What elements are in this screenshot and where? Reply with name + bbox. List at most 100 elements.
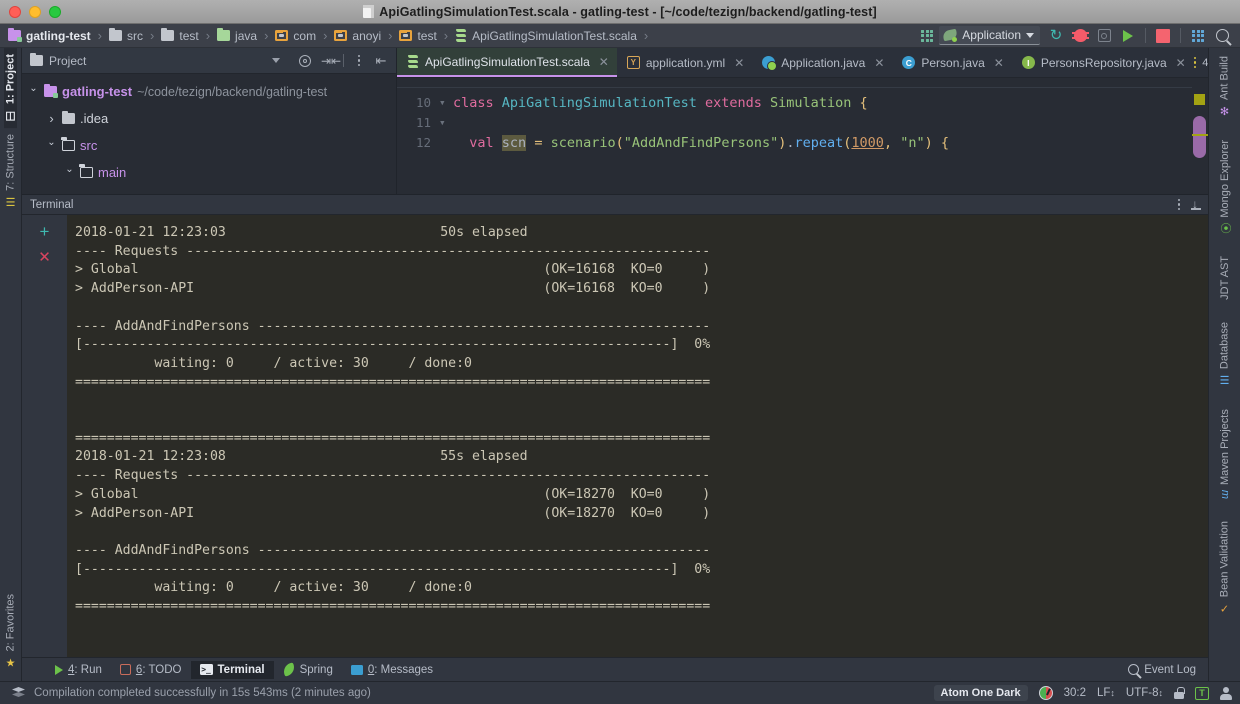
- run-configuration-selector[interactable]: Application: [939, 26, 1040, 45]
- stop-icon[interactable]: [1151, 25, 1175, 47]
- close-icon[interactable]: ✕: [599, 55, 609, 69]
- chevron-down-icon[interactable]: [272, 58, 280, 63]
- navigation-bar: gatling-test › src › test › java › com ›…: [0, 24, 1240, 48]
- sidebar-item-jdt-ast[interactable]: JDT AST: [1219, 254, 1231, 302]
- tree-node-src[interactable]: src: [22, 132, 396, 159]
- chevron-down-icon[interactable]: [46, 140, 57, 151]
- sidebar-item-maven-projects[interactable]: m Maven Projects: [1219, 407, 1231, 501]
- chevron-right-icon[interactable]: [46, 111, 57, 126]
- caret-position[interactable]: 30:2: [1064, 687, 1086, 699]
- run-icon[interactable]: [1116, 25, 1140, 47]
- terminal-header-actions: [1177, 197, 1203, 211]
- close-session-icon[interactable]: ✕: [38, 250, 51, 265]
- sidebar-item-label: Database: [1218, 321, 1231, 369]
- terminal-session-gutter: + ✕: [22, 215, 67, 657]
- breadcrumb-separator-icon: ›: [643, 28, 649, 43]
- close-icon[interactable]: ✕: [994, 56, 1004, 70]
- sidebar-item-bean-validation[interactable]: ✓ Bean Validation: [1218, 519, 1231, 617]
- profile-icon[interactable]: [1092, 25, 1116, 47]
- breadcrumb-item-anoyi[interactable]: anoyi: [332, 25, 383, 47]
- new-session-icon[interactable]: +: [40, 223, 50, 240]
- breadcrumb-item-com[interactable]: com: [273, 25, 318, 47]
- yaml-file-icon: Y: [626, 56, 640, 69]
- lock-icon[interactable]: [1174, 687, 1185, 699]
- project-panel-toolbar: ⇥⇤ ⇤: [294, 50, 392, 72]
- options-kebab-icon[interactable]: [1177, 198, 1180, 211]
- encoding-indicator[interactable]: UTF-8↕: [1126, 687, 1163, 699]
- bottom-tab-label: Terminal: [217, 663, 265, 676]
- code-content[interactable]: class ApiGatlingSimulationTest extends S…: [453, 78, 1192, 194]
- tab-label: Person.java: [921, 55, 985, 70]
- close-icon[interactable]: ✕: [734, 56, 744, 70]
- bottom-tab-todo[interactable]: 6: TODO: [111, 661, 191, 679]
- search-icon[interactable]: [1210, 25, 1234, 47]
- sidebar-item-favorites[interactable]: ★ 2: Favorites: [4, 588, 17, 675]
- breadcrumb: gatling-test › src › test › java › com ›…: [6, 25, 915, 47]
- close-icon[interactable]: ✕: [1176, 56, 1186, 70]
- hide-panel-icon[interactable]: ⇤: [370, 50, 392, 72]
- theme-indicator[interactable]: Atom One Dark: [933, 685, 1028, 701]
- sidebar-item-project[interactable]: ◫ 1: Project: [4, 48, 17, 129]
- terminal-icon: >_: [199, 664, 213, 675]
- sidebar-item-database[interactable]: ☰ Database: [1218, 320, 1231, 389]
- tab-PersonsRepository-java[interactable]: I PersonsRepository.java ✕: [1012, 48, 1194, 77]
- gauge-icon[interactable]: [1038, 686, 1053, 700]
- sidebar-item-structure[interactable]: ☰ 7: Structure: [4, 128, 17, 215]
- editor-tab-bar: ApiGatlingSimulationTest.scala ✕ Y appli…: [397, 48, 1208, 78]
- chevron-down-icon[interactable]: [28, 86, 39, 97]
- breadcrumb-item-src[interactable]: src: [107, 25, 145, 47]
- module-icon: [44, 83, 58, 98]
- zoom-window-button[interactable]: [49, 5, 61, 18]
- breadcrumb-item-gatling-test[interactable]: gatling-test: [6, 25, 93, 47]
- debug-icon[interactable]: [1068, 25, 1092, 47]
- bottom-tab-terminal[interactable]: >_ Terminal: [190, 660, 274, 679]
- scrollbar-thumb[interactable]: [1193, 116, 1206, 158]
- close-window-button[interactable]: [9, 5, 21, 18]
- folder-icon: [109, 27, 123, 41]
- tree-node-main[interactable]: main: [22, 159, 396, 186]
- code-editor[interactable]: 10 11 12 ▾ ▾ class ApiGatlingSimulationT…: [397, 78, 1208, 194]
- tree-node-gatling-test[interactable]: gatling-test ~/code/tezign/backend/gatli…: [22, 78, 396, 105]
- minimize-window-button[interactable]: [29, 5, 41, 18]
- sidebar-item-mongo-explorer[interactable]: ⦿ Mongo Explorer: [1217, 138, 1233, 236]
- tab-Application-java[interactable]: Application.java ✕: [752, 48, 892, 77]
- folder-icon: [62, 110, 75, 124]
- breadcrumb-item-test[interactable]: test: [159, 25, 200, 47]
- sidebar-item-ant-build[interactable]: ✻ Ant Build: [1218, 54, 1231, 120]
- tab-Person-java[interactable]: C Person.java ✕: [892, 48, 1011, 77]
- warning-marker[interactable]: [1194, 94, 1205, 105]
- close-icon[interactable]: ✕: [874, 56, 884, 70]
- scroll-to-end-icon[interactable]: [1190, 197, 1202, 211]
- twitter-badge-icon[interactable]: T: [1195, 686, 1209, 700]
- tab-application-yml[interactable]: Y application.yml ✕: [617, 48, 752, 77]
- tree-node-path: ~/code/tezign/backend/gatling-test: [137, 84, 328, 99]
- grid-apps-icon[interactable]: [915, 25, 939, 47]
- options-kebab-icon[interactable]: [1193, 56, 1197, 69]
- user-icon[interactable]: [1220, 686, 1232, 700]
- event-log-button[interactable]: Event Log: [1128, 664, 1208, 676]
- bottom-tab-run[interactable]: 4: Run: [46, 661, 111, 679]
- modified-line-marker: [1192, 134, 1208, 136]
- breadcrumb-item-file[interactable]: ApiGatlingSimulationTest.scala: [453, 25, 639, 47]
- layout-icon[interactable]: [1186, 25, 1210, 47]
- breadcrumb-item-test-pkg[interactable]: test: [397, 25, 438, 47]
- breadcrumb-item-java[interactable]: java: [215, 25, 259, 47]
- interface-icon: I: [1021, 56, 1035, 69]
- reload-icon[interactable]: ↻: [1044, 25, 1068, 47]
- bottom-tab-spring[interactable]: Spring: [274, 661, 342, 679]
- code-folding-gutter[interactable]: ▾ ▾: [439, 78, 453, 194]
- tab-label: application.yml: [645, 55, 726, 70]
- tree-node-idea[interactable]: .idea: [22, 105, 396, 132]
- run-icon: [55, 664, 63, 675]
- collapse-all-icon[interactable]: ⇥⇤: [316, 50, 341, 72]
- locate-icon[interactable]: [294, 50, 316, 72]
- window-controls[interactable]: [0, 5, 61, 18]
- tab-ApiGatlingSimulationTest-scala[interactable]: ApiGatlingSimulationTest.scala ✕: [397, 48, 617, 77]
- options-kebab-icon[interactable]: [348, 50, 370, 72]
- editor-scrollbar[interactable]: [1192, 78, 1208, 194]
- bottom-tab-messages[interactable]: 0: Messages: [342, 661, 442, 679]
- vcs-layers-icon[interactable]: [12, 687, 25, 699]
- line-separator-indicator[interactable]: LF↕: [1097, 687, 1115, 699]
- terminal-output[interactable]: 2018-01-21 12:23:03 50s elapsed ---- Req…: [67, 215, 1208, 657]
- chevron-down-icon[interactable]: [64, 167, 75, 178]
